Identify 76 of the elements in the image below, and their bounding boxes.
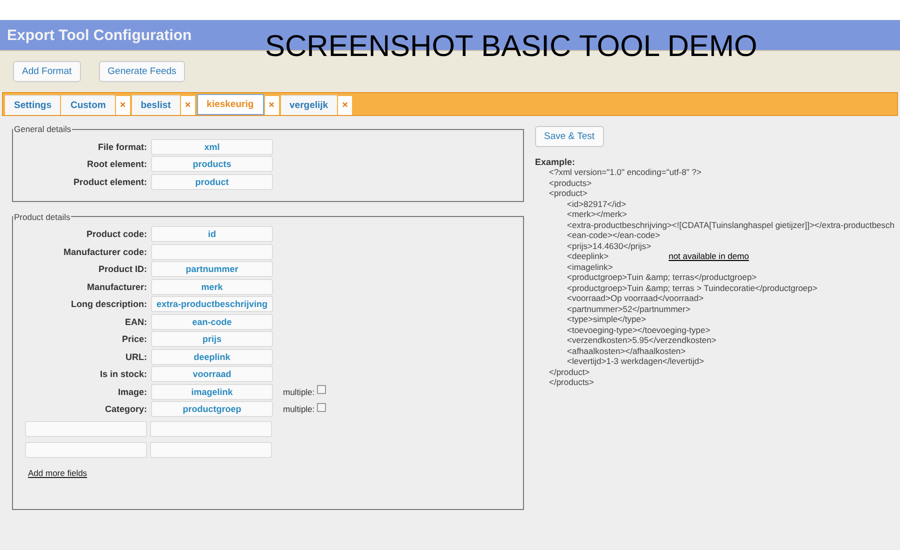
field-label: Category: — [104, 404, 148, 414]
close-icon[interactable]: × — [116, 96, 130, 115]
code-line: <imagelink> — [567, 262, 613, 272]
input-field[interactable] — [150, 420, 272, 436]
code-line: <type>simple</type> — [567, 314, 646, 324]
code-line: <id>82917</id> — [567, 198, 626, 208]
input-field[interactable]: product — [151, 174, 273, 190]
checkbox-label: multiple: — [283, 404, 315, 414]
code-line: <product> — [549, 188, 588, 198]
code-line: <extra-productbeschrijving><![CDATA[Tuinslanghaspel gietijzer]]></extra-productbesch — [567, 220, 894, 230]
code-line: <products> — [549, 178, 592, 188]
code-line: <productgroep>Tuin &amp; terras > Tuindecoratie</productgroep> — [567, 282, 818, 292]
field-label: File format: — [96, 142, 148, 152]
demo-note: not available in demo — [668, 251, 749, 261]
code-line: <toevoeging-type></toevoeging-type> — [567, 324, 710, 334]
input-field[interactable]: voorraad — [151, 366, 273, 382]
code-line: <verzendkosten>5.95</verzendkosten> — [567, 335, 716, 345]
field-label: Manufacturer: — [86, 282, 148, 292]
section-legend: Product details — [13, 212, 72, 222]
input-field[interactable]: products — [151, 156, 273, 172]
input-field[interactable]: xml — [151, 138, 273, 155]
input-field[interactable]: prijs — [151, 331, 273, 348]
field-label: Product code: — [85, 229, 148, 240]
tab[interactable]: vergelijk — [280, 95, 338, 115]
code-line: <prijs>14.4630</prijs> — [567, 240, 652, 250]
field-label: Price: — [120, 334, 148, 344]
code-line: <merk></merk> — [567, 209, 627, 219]
field-label: URL: — [124, 352, 148, 362]
code-line: <levertijd>1-3 werkdagen</levertijd> — [567, 356, 704, 366]
tab[interactable]: kieskeurig — [196, 94, 264, 115]
close-icon[interactable]: × — [180, 96, 195, 115]
checkbox[interactable] — [316, 402, 326, 412]
field-label: Image: — [116, 386, 148, 397]
code-line: <?xml version="1.0" encoding="utf-8" ?> — [549, 167, 702, 177]
close-icon[interactable]: × — [264, 96, 278, 115]
tab[interactable]: Custom — [61, 95, 115, 115]
code-line: </products> — [549, 377, 594, 387]
input-field[interactable] — [25, 420, 147, 436]
input-field[interactable]: merk — [151, 278, 273, 295]
input-field[interactable] — [150, 442, 272, 458]
overlay-caption: SCREENSHOT BASIC TOOL DEMO — [265, 30, 758, 64]
input-field[interactable]: ean-code — [151, 314, 273, 330]
field-label: Product element: — [72, 176, 148, 187]
page-title: Export Tool Configuration — [6, 26, 192, 44]
code-line: <voorraad>Op voorraad</voorraad> — [567, 293, 704, 303]
input-field[interactable] — [25, 442, 147, 458]
field-label: EAN: — [124, 316, 148, 327]
tab[interactable]: beslist — [132, 95, 180, 115]
code-line: <afhaalkosten></afhaalkosten> — [567, 346, 686, 356]
field-label: Long description: — [70, 299, 148, 310]
input-field[interactable]: deeplink — [151, 348, 273, 365]
toolbar-button[interactable]: Generate Feeds — [98, 60, 186, 82]
input-field[interactable] — [151, 244, 273, 260]
close-icon[interactable]: × — [338, 96, 352, 115]
input-field[interactable]: partnummer — [151, 261, 273, 278]
code-line: <deeplink> — [567, 251, 609, 261]
add-fields-link[interactable]: Add more fields — [28, 468, 88, 478]
field-label: Is in stock: — [98, 369, 148, 380]
code-line: <partnummer>52</partnummer> — [567, 304, 690, 314]
section-legend: General details — [13, 124, 72, 134]
tab[interactable]: Settings — [5, 95, 60, 115]
input-field[interactable]: id — [151, 226, 273, 242]
input-field[interactable]: productgroep — [151, 401, 273, 418]
field-label: Root element: — [86, 159, 148, 170]
field-label: Product ID: — [98, 264, 148, 274]
field-label: Manufacturer code: — [62, 246, 148, 257]
checkbox[interactable] — [316, 385, 326, 394]
save-test-button[interactable]: Save & Test — [535, 126, 604, 147]
example-heading: Example: — [535, 157, 576, 167]
code-line: </product> — [549, 366, 590, 376]
input-field[interactable]: imagelink — [151, 384, 273, 400]
code-line: <ean-code></ean-code> — [567, 230, 660, 240]
input-field[interactable]: extra-productbeschrijving — [151, 296, 273, 312]
checkbox-label: multiple: — [283, 386, 315, 397]
code-line: <productgroep>Tuin &amp; terras</productgroep> — [567, 272, 757, 282]
toolbar-button[interactable]: Add Format — [13, 60, 81, 82]
